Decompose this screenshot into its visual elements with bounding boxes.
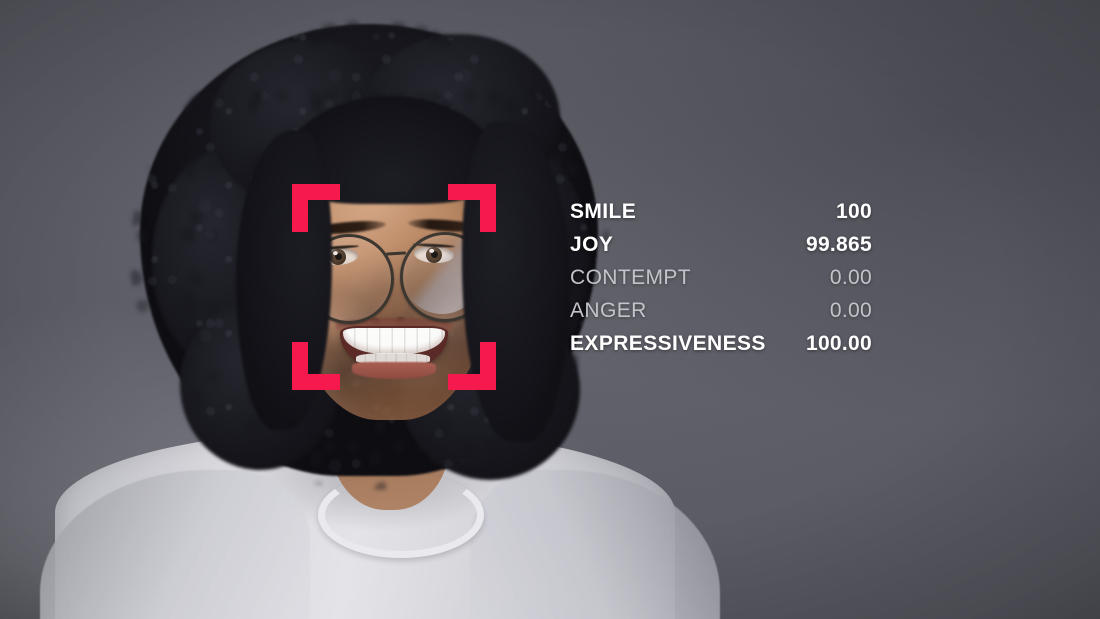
bracket-arm-vertical (480, 184, 496, 232)
metric-label: CONTEMPT (570, 266, 692, 289)
lower-lip (352, 362, 436, 379)
face-bracket-bottom-left (292, 342, 340, 390)
face-bracket-bottom-right (448, 342, 496, 390)
glasses-bridge (385, 251, 407, 256)
metric-row: SMILE 100 (570, 200, 872, 233)
subject-portrait (0, 0, 1100, 619)
upper-teeth (343, 328, 445, 354)
metric-label: JOY (570, 233, 614, 256)
bracket-arm-vertical (480, 342, 496, 390)
metric-row: JOY 99.865 (570, 233, 872, 266)
face-bracket-top-left (292, 184, 340, 232)
metric-value: 0.00 (829, 266, 872, 289)
bracket-arm-vertical (292, 342, 308, 390)
metric-value: 0.00 (829, 299, 872, 322)
metric-row: ANGER 0.00 (570, 299, 872, 332)
metric-label: ANGER (570, 299, 647, 322)
chin-shadow (348, 386, 440, 410)
metric-label: SMILE (570, 200, 637, 223)
metric-row: CONTEMPT 0.00 (570, 266, 872, 299)
metric-label: EXPRESSIVENESS (570, 332, 766, 355)
bracket-arm-vertical (292, 184, 308, 232)
metric-value: 99.865 (805, 233, 872, 256)
emotion-readout-panel: SMILE 100 JOY 99.865 CONTEMPT 0.00 ANGER 0.00 EX… (570, 200, 872, 365)
metric-value: 100.00 (805, 332, 872, 355)
metric-value: 100 (836, 200, 872, 223)
face-bracket-top-right (448, 184, 496, 232)
emotion-analysis-screen: SMILE 100 JOY 99.865 CONTEMPT 0.00 ANGER 0.00 EX… (0, 0, 1100, 619)
metric-row: EXPRESSIVENESS 100.00 (570, 332, 872, 365)
shoulder-right (470, 470, 720, 619)
